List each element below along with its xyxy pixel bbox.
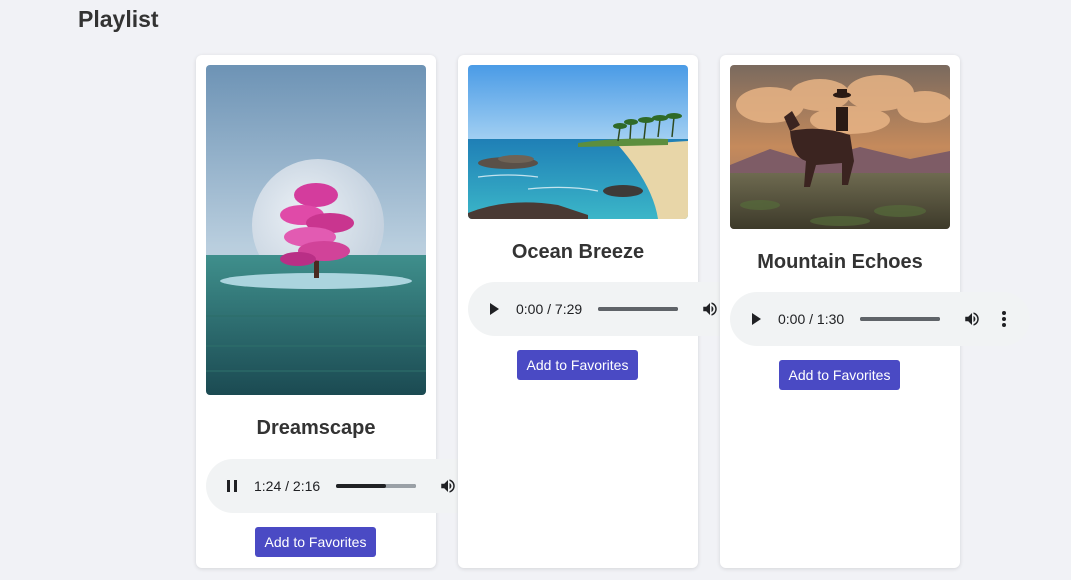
- audio-player[interactable]: 0:00 / 1:30: [730, 292, 1030, 346]
- playback-time: 0:00 / 1:30: [778, 311, 845, 327]
- playback-time: 1:24 / 2:16: [254, 478, 321, 494]
- pause-icon[interactable]: [214, 468, 250, 504]
- cover-image: [206, 65, 426, 395]
- ocean-breeze-cover-art: [468, 65, 688, 219]
- progress-fill: [336, 484, 386, 488]
- progress-slider[interactable]: [860, 317, 941, 321]
- playback-time: 0:00 / 7:29: [516, 301, 583, 317]
- more-vert-icon[interactable]: [990, 301, 1018, 337]
- cover-image: [730, 65, 950, 229]
- volume-icon[interactable]: [954, 301, 990, 337]
- progress-slider[interactable]: [336, 484, 417, 488]
- progress-slider[interactable]: [598, 307, 679, 311]
- mountain-echoes-cover-art: [730, 65, 950, 229]
- cover-image: [468, 65, 688, 219]
- dreamscape-cover-art: [206, 65, 426, 395]
- add-to-favorites-button[interactable]: Add to Favorites: [517, 350, 638, 380]
- song-title: Dreamscape: [256, 417, 376, 439]
- play-icon[interactable]: [476, 291, 512, 327]
- page-title: Playlist: [78, 6, 159, 32]
- play-icon[interactable]: [738, 301, 774, 337]
- song-title: Mountain Echoes: [757, 251, 923, 273]
- song-card-ocean-breeze: Ocean Breeze 0:00 / 7:29 Add to Favorite…: [458, 55, 768, 568]
- add-to-favorites-button[interactable]: Add to Favorites: [779, 360, 900, 390]
- song-card-mountain-echoes: Mountain Echoes 0:00 / 1:30 Add to Favor…: [720, 55, 1030, 568]
- song-card-dreamscape: Dreamscape 1:24 / 2:16 Add to Favorites: [196, 55, 506, 568]
- song-title: Ocean Breeze: [511, 241, 645, 263]
- add-to-favorites-button[interactable]: Add to Favorites: [255, 527, 376, 557]
